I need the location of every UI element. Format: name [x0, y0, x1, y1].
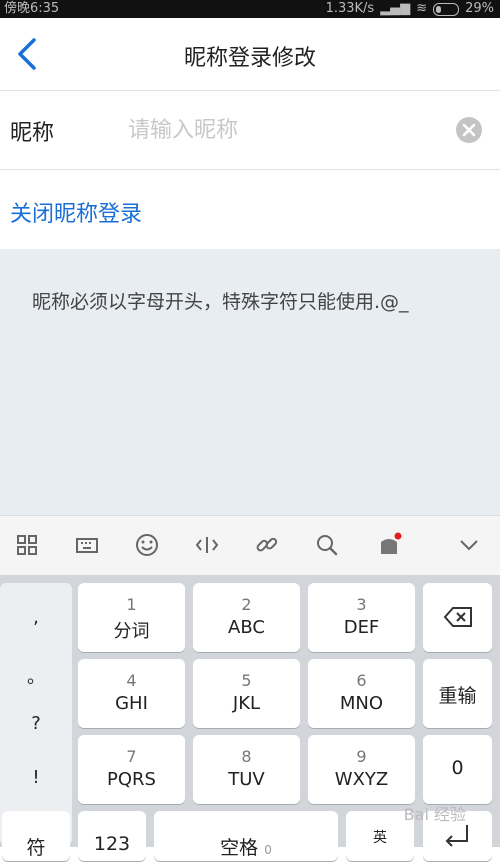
question-key[interactable]: ?	[0, 713, 72, 734]
close-icon	[462, 123, 476, 137]
chevron-down-icon[interactable]	[456, 532, 482, 558]
nickname-label: 昵称	[10, 121, 55, 146]
key-number: 3	[356, 595, 367, 614]
clear-button[interactable]	[456, 117, 482, 143]
backspace-button[interactable]	[423, 583, 492, 652]
close-login-row: 关闭昵称登录	[0, 170, 500, 249]
key-number: 1	[126, 595, 137, 614]
key-3[interactable]: 3 DEF	[308, 583, 415, 652]
nav-bar: 昵称登录修改	[0, 18, 500, 91]
key-label: 分词	[113, 621, 150, 642]
key-label: JKL	[232, 693, 261, 714]
wallet-icon[interactable]	[376, 532, 402, 558]
cursor-icon[interactable]	[194, 532, 220, 558]
symbol-key[interactable]: 符	[2, 811, 70, 861]
grid-icon[interactable]	[14, 532, 40, 558]
key-2[interactable]: 2 ABC	[193, 583, 300, 652]
emoji-icon[interactable]	[134, 532, 160, 558]
comma-key[interactable]: ,	[0, 607, 72, 628]
key-number: 2	[241, 595, 252, 614]
network-speed: 1.33K/s	[325, 1, 375, 16]
key-label: TUV	[228, 769, 265, 790]
backspace-icon	[443, 607, 472, 627]
period-key[interactable]: 。	[0, 663, 72, 689]
key-1[interactable]: 1 分词	[78, 583, 185, 652]
nickname-input[interactable]	[126, 109, 440, 151]
key-0[interactable]: 0	[423, 735, 492, 804]
key-number: 4	[126, 671, 137, 690]
page-title: 昵称登录修改	[183, 46, 316, 71]
hint-text: 昵称必须以字母开头，特殊字符只能使用.@_	[32, 291, 409, 313]
key-label: MNO	[339, 693, 384, 714]
keyboard-icon[interactable]	[74, 532, 100, 558]
key-label: WXYZ	[334, 769, 389, 790]
status-right: 1.33K/s ▂▄▆ ≋ 29%	[326, 0, 494, 18]
wifi-icon: ≋	[416, 1, 428, 16]
space-text: 空格	[220, 837, 259, 859]
key-number: 7	[126, 747, 137, 766]
battery-percent: 29%	[465, 1, 494, 16]
language-label: 英	[373, 830, 387, 846]
space-key[interactable]: 空格 0	[154, 811, 338, 861]
keyboard: , 。 ? ! 1 分词 2 ABC 3 DEF 4 GHI 5 JKL 6 M…	[0, 575, 500, 861]
status-time: 傍晚6:35	[4, 1, 60, 16]
key-5[interactable]: 5 JKL	[193, 659, 300, 728]
reenter-button[interactable]: 重输	[423, 659, 492, 728]
key-label: 0	[451, 757, 464, 779]
keyboard-toolbar	[0, 515, 500, 576]
key-number: 8	[241, 747, 252, 766]
key-label: PQRS	[107, 769, 156, 790]
search-icon[interactable]	[314, 532, 340, 558]
number-mode-key[interactable]: 123	[78, 811, 146, 861]
reenter-label: 重输	[438, 685, 477, 707]
status-bar: 傍晚6:35 1.33K/s ▂▄▆ ≋ 29%	[0, 0, 500, 18]
number-mode-label: 123	[93, 833, 131, 855]
key-label: ABC	[228, 617, 265, 638]
exclamation-key[interactable]: !	[0, 767, 72, 788]
signal-icon: ▂▄▆	[380, 1, 411, 16]
space-number: 0	[264, 843, 272, 857]
punctuation-column: , 。 ? !	[0, 583, 72, 845]
key-label: DEF	[343, 617, 380, 638]
hint-area: 昵称必须以字母开头，特殊字符只能使用.@_	[0, 249, 500, 515]
key-8[interactable]: 8 TUV	[193, 735, 300, 804]
key-number: 6	[356, 671, 367, 690]
key-4[interactable]: 4 GHI	[78, 659, 185, 728]
key-9[interactable]: 9 WXYZ	[308, 735, 415, 804]
link-icon[interactable]	[254, 532, 280, 558]
key-6[interactable]: 6 MNO	[308, 659, 415, 728]
key-number: 5	[241, 671, 252, 690]
close-nickname-login-link[interactable]: 关闭昵称登录	[10, 196, 142, 228]
nickname-row: 昵称	[0, 91, 500, 170]
key-number: 9	[356, 747, 367, 766]
key-7[interactable]: 7 PQRS	[78, 735, 185, 804]
watermark: Bai 经验	[403, 805, 466, 824]
key-label: GHI	[115, 693, 148, 714]
battery-icon	[433, 2, 460, 16]
